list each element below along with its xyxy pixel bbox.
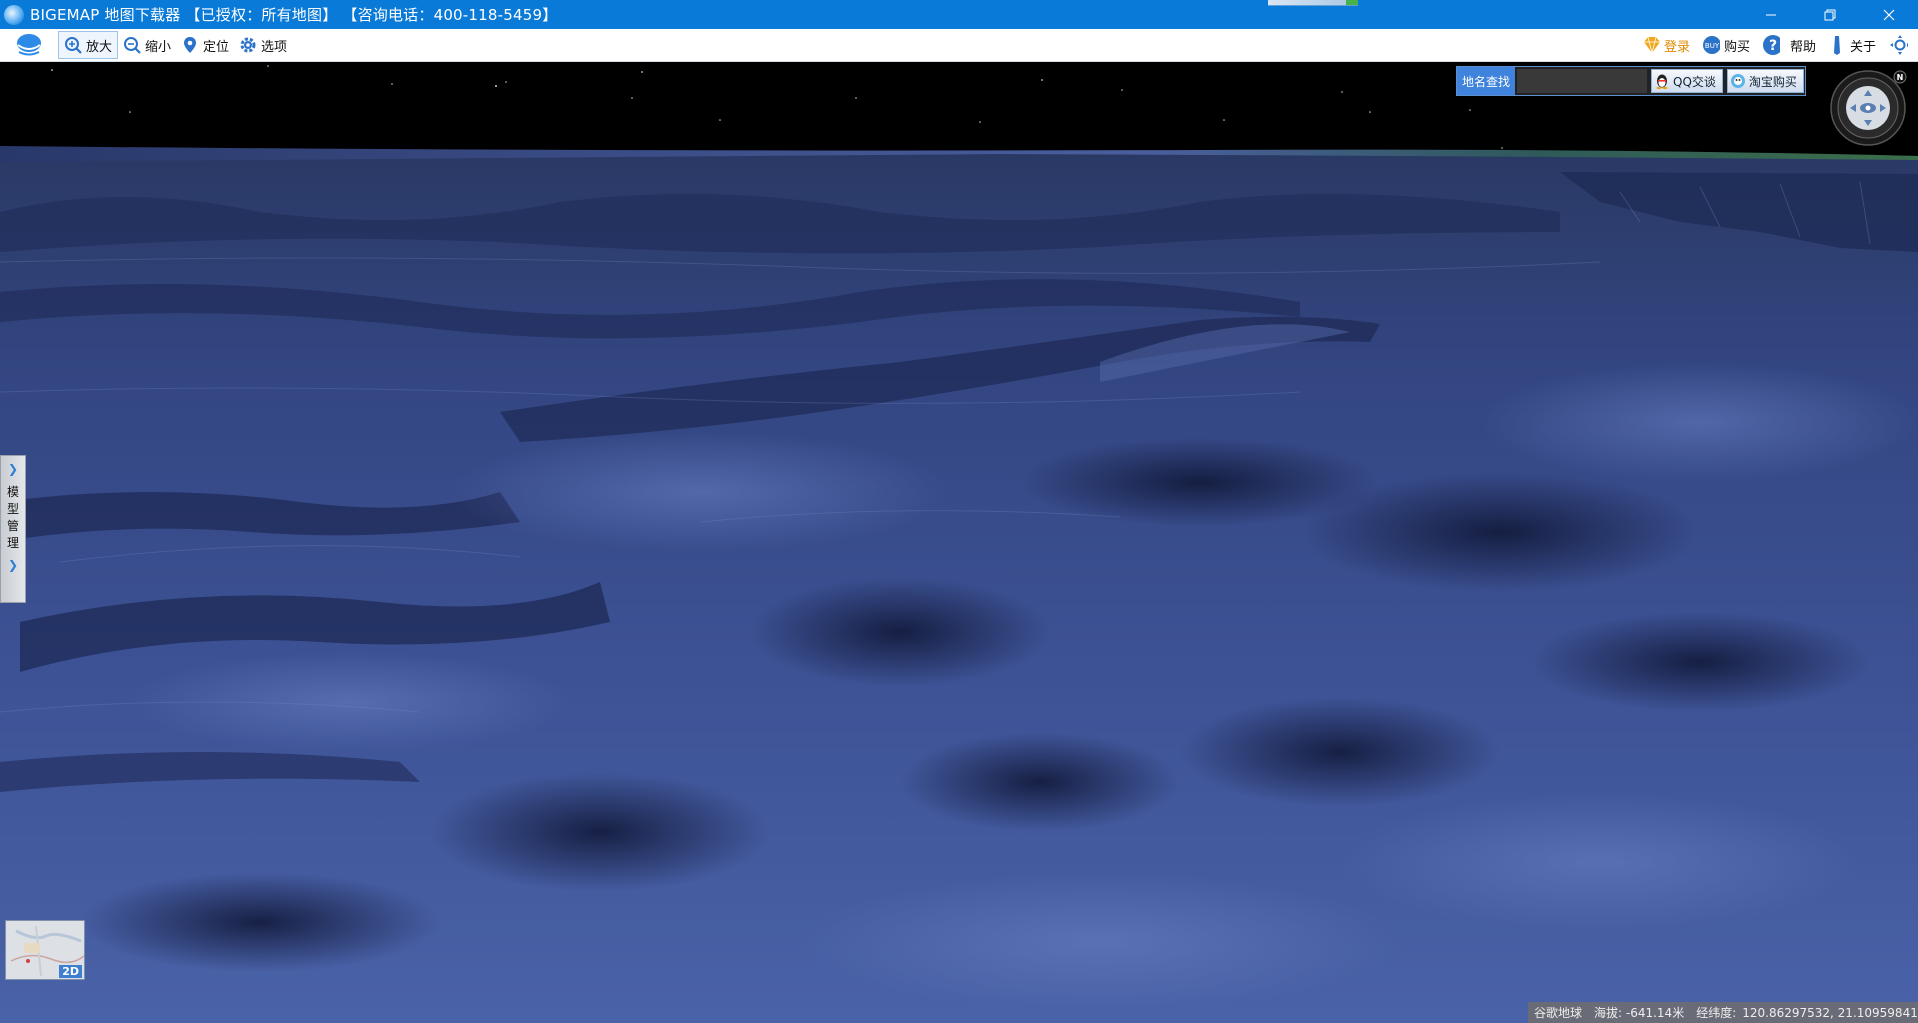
- locate-button[interactable]: 定位: [176, 31, 234, 59]
- options-label: 选项: [261, 39, 288, 55]
- title-bar: BIGEMAP 地图下载器 【已授权：所有地图】 【咨询电话：400-118-5…: [0, 0, 1918, 29]
- place-search-label: 地名查找: [1457, 67, 1515, 95]
- map-source: 谷歌地球: [1534, 1006, 1583, 1020]
- model-manager-panel[interactable]: ❯ 模型管理 ❯: [0, 455, 26, 603]
- qq-chat-button[interactable]: QQ交谈: [1651, 69, 1723, 93]
- svg-text:N: N: [1897, 73, 1904, 82]
- restore-button[interactable]: [1800, 0, 1859, 29]
- taskbar-thumbnail: [1268, 0, 1358, 6]
- locate-label: 定位: [203, 39, 230, 55]
- place-search-bar: 地名查找 QQ交谈 淘宝购买: [1456, 66, 1806, 96]
- coordinates-label: 经纬度:: [1696, 1006, 1737, 1020]
- svg-text:BUY: BUY: [1705, 42, 1720, 50]
- bigemap-logo-icon: [17, 34, 41, 56]
- mini-map[interactable]: 2D: [5, 920, 85, 980]
- options-button[interactable]: 选项: [234, 31, 292, 59]
- app-logo-icon: [4, 4, 24, 25]
- fullscreen-icon: [1890, 35, 1908, 55]
- buy-button[interactable]: BUY 购买: [1698, 31, 1758, 59]
- login-button[interactable]: 登录: [1638, 31, 1698, 59]
- zoom-out-icon: [123, 36, 141, 54]
- diamond-icon: [1642, 36, 1660, 54]
- taobao-icon: [1730, 73, 1746, 89]
- help-icon: ?: [1762, 35, 1780, 55]
- buy-icon: BUY: [1702, 36, 1720, 54]
- zoom-in-label: 放大: [86, 39, 113, 55]
- close-icon: [1883, 9, 1894, 20]
- buy-label: 购买: [1723, 39, 1750, 55]
- minimize-icon: [1765, 14, 1776, 15]
- status-bar: 谷歌地球 海拔: -641.14米 经纬度: 120.86297532, 21.…: [1528, 1002, 1918, 1023]
- about-label: 关于: [1849, 39, 1876, 55]
- window-title: BIGEMAP 地图下载器 【已授权：所有地图】 【咨询电话：400-118-5…: [30, 6, 558, 24]
- minimize-button[interactable]: [1741, 0, 1800, 29]
- model-manager-label: 模型管理: [6, 485, 19, 550]
- map-mode-badge[interactable]: 2D: [59, 965, 82, 978]
- altitude-readout: 海拔: -641.14米: [1594, 1006, 1685, 1020]
- map-pin-icon: [181, 36, 199, 54]
- fullscreen-button[interactable]: [1884, 31, 1918, 59]
- expand-arrow-icon-bottom: ❯: [7, 558, 19, 572]
- expand-arrow-icon: ❯: [7, 462, 19, 476]
- toolbar: 放大 缩小 定位 选项 登录 BUY 购买 ? 帮助 关于: [0, 29, 1918, 62]
- compass-icon: N: [1830, 70, 1907, 146]
- taobao-buy-label: 淘宝购买: [1748, 74, 1797, 89]
- zoom-out-button[interactable]: 缩小: [118, 31, 176, 59]
- zoom-in-button[interactable]: 放大: [58, 31, 119, 59]
- coordinates-readout: 120.86297532, 21.10959841: [1742, 1005, 1918, 1020]
- about-icon: [1828, 36, 1846, 55]
- taobao-buy-button[interactable]: 淘宝购买: [1726, 69, 1804, 93]
- gear-icon: [239, 36, 257, 54]
- login-label: 登录: [1663, 39, 1690, 55]
- svg-text:?: ?: [1769, 38, 1777, 54]
- help-button[interactable]: ? 帮助: [1758, 31, 1824, 59]
- about-button[interactable]: 关于: [1824, 31, 1884, 59]
- zoom-out-label: 缩小: [145, 39, 172, 55]
- close-button[interactable]: [1859, 0, 1918, 29]
- terrain-render: [0, 62, 1918, 1023]
- navigation-compass[interactable]: N: [1829, 69, 1907, 147]
- qq-penguin-icon: [1654, 73, 1670, 89]
- restore-icon: [1824, 9, 1835, 20]
- help-label: 帮助: [1789, 39, 1816, 55]
- qq-chat-label: QQ交谈: [1673, 74, 1716, 89]
- zoom-in-icon: [64, 36, 82, 54]
- brand-logo[interactable]: [0, 29, 58, 61]
- place-search-input[interactable]: [1517, 69, 1647, 93]
- globe-3d-view[interactable]: 地名查找 QQ交谈 淘宝购买 N ❯ 模型管理 ❯ 2D 谷歌地球 海拔: -6…: [0, 62, 1918, 1023]
